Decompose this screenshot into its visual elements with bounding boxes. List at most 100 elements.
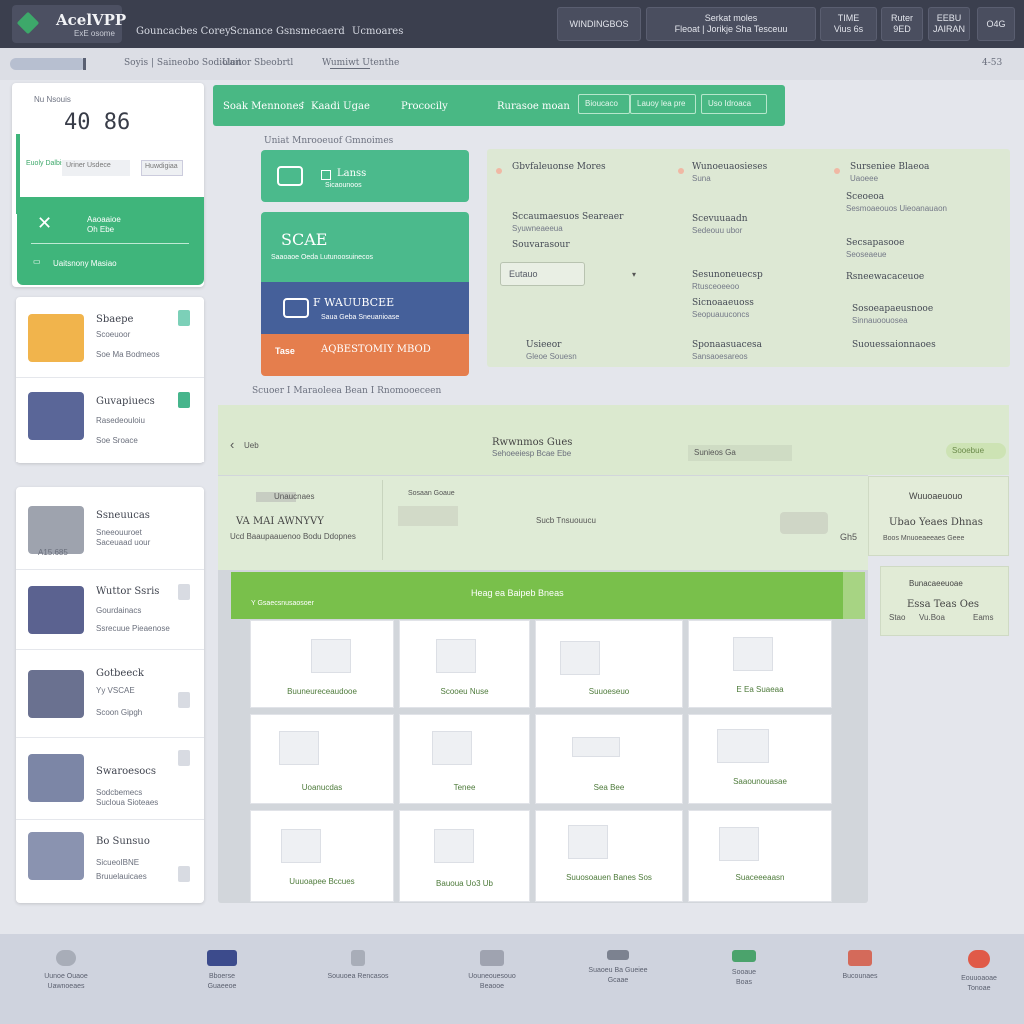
stat-green-panel[interactable]: ✕ Aaoaaioe Oh Ebe ▭ Uaitsnony Masiao: [17, 197, 204, 285]
tag-icon[interactable]: [178, 866, 190, 882]
scrollbar[interactable]: [843, 572, 865, 619]
info-sub: Seoseaeue: [846, 250, 887, 259]
tag-icon[interactable]: [178, 392, 190, 408]
grid-cell[interactable]: Uoanucdas: [250, 714, 394, 804]
list-item[interactable]: Bo Sunsuo SicueoIBNE Bruuelauicaes: [16, 822, 204, 900]
tile-1-title: Lanss: [337, 168, 367, 179]
tag-icon[interactable]: [178, 310, 190, 326]
dock-item[interactable]: Souuoea Rencasos: [308, 942, 408, 982]
top-button-6[interactable]: O4G: [977, 7, 1015, 41]
toolbar-item-3[interactable]: Prococily: [401, 101, 448, 112]
topnav-item-2[interactable]: Scnance Gsnsmecaerd: [230, 26, 345, 37]
toolbar-input-3[interactable]: Uso Idroaca: [701, 94, 767, 114]
summary2-sub1: Stao: [889, 613, 906, 622]
stat-value: 40 86: [64, 110, 131, 135]
toolbar-item-2[interactable]: Kaadi Ugae: [311, 101, 370, 112]
grid-cell[interactable]: Uuuoapee Bccues: [250, 810, 394, 902]
dock-item[interactable]: Eouuoaoae Tonoae: [934, 942, 1024, 994]
list-item[interactable]: Guvapiuecs Rasedeouloiu Soe Sroace: [16, 380, 204, 462]
list-item[interactable]: Wuttor Ssris Gourdainacs Ssrecuue Pieaen…: [16, 572, 204, 650]
grid-cell[interactable]: Buuneureceaudooe: [250, 620, 394, 708]
top-button-1[interactable]: WINDINGBOS: [557, 7, 641, 41]
list-item[interactable]: Ssneuucas Sneeouuroet Saceuaad uour A15.…: [16, 490, 204, 570]
grid-cell[interactable]: Sea Bee: [535, 714, 683, 804]
detail-value: VA MAI AWNYVY: [236, 516, 324, 527]
main-right-tag[interactable]: Sooebue: [946, 443, 1006, 459]
close-icon[interactable]: ✕: [37, 213, 52, 234]
grid-cell[interactable]: E Ea Suaeaa: [688, 620, 832, 708]
info-sub: Syuwneaeeua: [512, 224, 563, 233]
tile-3[interactable]: F WAUUBCEE Saua Geba Sneuanioase: [261, 282, 469, 334]
divider: [382, 480, 383, 560]
list-item[interactable]: Gotbeeck Yy VSCAE Scoon Gipgh: [16, 652, 204, 738]
tag-icon[interactable]: [178, 584, 190, 600]
dock-item[interactable]: Sooaue Boas: [694, 942, 794, 988]
dot-icon: [496, 168, 502, 174]
tile-1[interactable]: Lanss Sicaounoos: [261, 150, 469, 202]
list-item-sub2: Bruuelauicaes: [96, 872, 147, 881]
dock-item[interactable]: Uouneouesouo Beaooe: [442, 942, 542, 992]
dock-label-2: Gcaae: [607, 977, 629, 984]
top-button-2[interactable]: Serkat moles Fleoat | Jorikje Sha Tesceu…: [646, 7, 816, 41]
topnav-item-1[interactable]: Gouncacbes Corey: [136, 26, 231, 37]
car-icon: [28, 586, 84, 634]
list-item-sub2: Scoon Gipgh: [96, 708, 143, 717]
tile-4[interactable]: Tase AQBESTOMIY MBOD: [261, 334, 469, 376]
dock-item[interactable]: Uunoe Ouaoe Uawnoeaes: [16, 942, 116, 992]
main-center-tag[interactable]: Sunieos Ga: [688, 445, 792, 461]
top-button-3[interactable]: TIME Vius 6s: [820, 7, 877, 41]
grid-cell[interactable]: Suuoeseuo: [535, 620, 683, 708]
dock-label: Bboerse: [208, 973, 236, 980]
info-select[interactable]: Eutauo: [500, 262, 585, 286]
list-item-sub: Sodcbemecs: [96, 788, 143, 797]
tile-2[interactable]: SCAE Saaoaoe Oeda Lutunoosuinecos: [261, 212, 469, 282]
dock-label-2: Beaooe: [479, 983, 505, 990]
tile-2-title: SCAE: [281, 230, 328, 249]
list-item-price: A15.685: [38, 548, 68, 557]
breadcrumb-item-3[interactable]: Wumiwt Utenthe: [322, 58, 399, 68]
detail-sub: Ucd Baaupaauenoo Bodu Ddopnes: [230, 532, 356, 541]
upload-icon[interactable]: ⇡: [299, 101, 307, 111]
info-heading: Scevuuaadn: [692, 214, 748, 224]
col2-label: Sosaan Goaue: [408, 490, 455, 497]
info-heading: Suouessaionnaoes: [852, 340, 936, 350]
toolbar-input-2[interactable]: Lauoy lea pre: [630, 94, 696, 114]
stat-green-sub: Oh Ebe: [87, 225, 115, 234]
toolbar-item-1[interactable]: Soak Mennones: [223, 101, 304, 112]
app-logo[interactable]: AcelVPP ExE osome: [12, 5, 126, 43]
breadcrumb-item-2[interactable]: Uaitor Sbeobrtl: [222, 58, 293, 68]
list-item-sub: Gourdainacs: [96, 606, 142, 615]
tag-icon[interactable]: [178, 750, 190, 766]
summary-card: Wuuoaeuouo Ubao Yeaes Dhnas Boos Mnuoeae…: [868, 476, 1009, 556]
grid-cell[interactable]: Bauoua Uo3 Ub: [399, 810, 530, 902]
dock-item[interactable]: Bboerse Guaeeoe: [172, 942, 272, 992]
grid-cell[interactable]: Scooeu Nuse: [399, 620, 530, 708]
shield-icon: [56, 950, 76, 966]
dock-label-2: Boas: [736, 979, 752, 986]
tag-icon[interactable]: [178, 692, 190, 708]
toolbar-item-4[interactable]: Rurasoe moan: [497, 101, 570, 112]
bottle-icon: [28, 832, 84, 880]
dock-item[interactable]: Suaoeu Ba Gueiee Gcaae: [568, 942, 668, 986]
grid-cell[interactable]: Suuosoauen Banes Sos: [535, 810, 683, 902]
dock-item[interactable]: Bucounaes: [810, 942, 910, 982]
stat-mini-2[interactable]: Huwdigiaa: [141, 160, 183, 176]
grid-cell[interactable]: Tenee: [399, 714, 530, 804]
top-button-1-label: WINDINGBOS: [569, 18, 629, 29]
grid-cell[interactable]: Suaceeeaasn: [688, 810, 832, 902]
toolbar-input-1[interactable]: Bioucaco: [578, 94, 630, 114]
grid-cell[interactable]: Saaounouasae: [688, 714, 832, 804]
list-item[interactable]: Sbaepe Scoeuoor Soe Ma Bodmeos: [16, 300, 204, 378]
info-heading: Sosoeapaeusnooe: [852, 304, 934, 314]
main-title: Rwwnmos Gues: [492, 437, 573, 448]
image-placeholder: [717, 729, 769, 763]
top-button-4[interactable]: Ruter 9ED: [881, 7, 923, 41]
top-button-5[interactable]: EEBU JAIRAN: [928, 7, 970, 41]
chevron-down-icon[interactable]: ▾: [632, 270, 636, 279]
chevron-left-icon[interactable]: ‹: [230, 437, 234, 452]
topnav-item-3[interactable]: Ucmoares: [352, 26, 403, 37]
list-item[interactable]: Swaroesocs Sodcbemecs Sucloua Sioteaes: [16, 740, 204, 820]
list-item-sub2: Soe Sroace: [96, 436, 138, 445]
back-label[interactable]: Ueb: [244, 441, 259, 450]
dock-label: Uouneouesouo: [468, 973, 516, 980]
